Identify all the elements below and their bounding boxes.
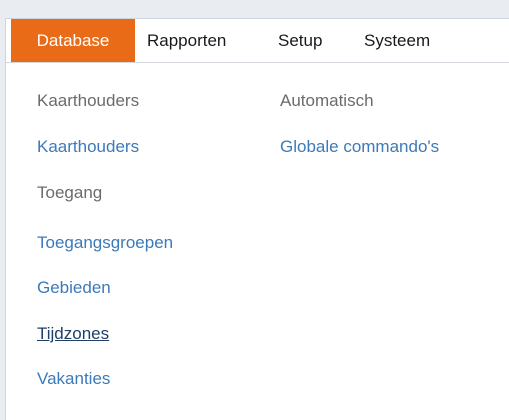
menu-rapporten[interactable]: Rapporten — [147, 19, 226, 62]
menu-link-kaarthouders[interactable]: Kaarthouders — [37, 137, 139, 157]
menubar: Database Rapporten Setup Systeem — [6, 19, 509, 63]
section-heading-toegang: Toegang — [37, 183, 103, 202]
database-dropdown: Kaarthouders Kaarthouders Toegang Toegan… — [6, 63, 509, 420]
menu-window: Database Rapporten Setup Systeem Kaartho… — [5, 18, 509, 420]
menu-link-vakanties[interactable]: Vakanties — [37, 369, 110, 389]
section-heading-automatisch: Automatisch — [280, 91, 374, 110]
page: Database Rapporten Setup Systeem Kaartho… — [0, 0, 509, 420]
menu-link-toegangsgroepen[interactable]: Toegangsgroepen — [37, 233, 173, 253]
menu-link-globale-commandos[interactable]: Globale commando's — [280, 137, 439, 157]
menu-link-gebieden[interactable]: Gebieden — [37, 278, 111, 298]
menu-link-tijdzones[interactable]: Tijdzones — [37, 324, 109, 344]
section-heading-kaarthouders: Kaarthouders — [37, 91, 140, 110]
menu-setup[interactable]: Setup — [278, 19, 322, 62]
menu-systeem[interactable]: Systeem — [364, 19, 430, 62]
menu-database[interactable]: Database — [11, 19, 135, 62]
